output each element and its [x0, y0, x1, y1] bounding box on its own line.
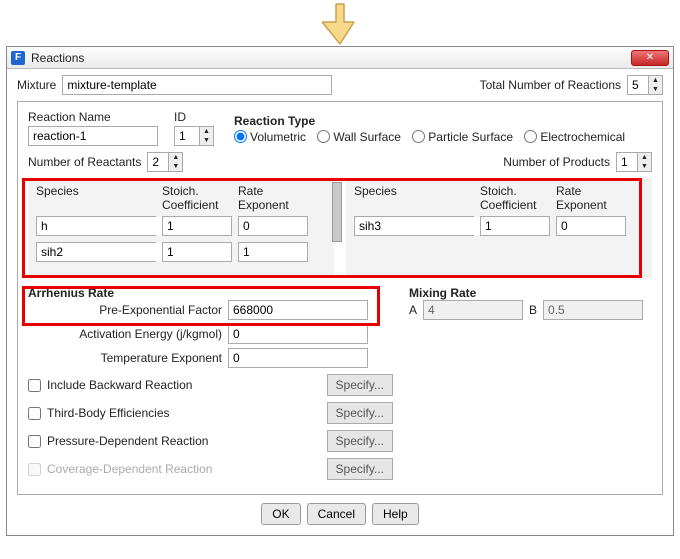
specify-backward[interactable]: Specify...	[327, 374, 393, 396]
reaction-type-label: Reaction Type	[234, 114, 633, 128]
total-reactions-spinner[interactable]: ▲▼	[627, 75, 663, 95]
radio-wall-surface[interactable]: Wall Surface	[317, 130, 401, 144]
spin-down-icon[interactable]: ▼	[199, 136, 213, 145]
radio-volumetric[interactable]: Volumetric	[234, 130, 306, 144]
act-energy-label: Activation Energy (j/kgmol)	[28, 327, 228, 341]
mixing-B-input	[543, 300, 643, 320]
specify-coverage: Specify...	[327, 458, 393, 480]
col-stoich: Stoich. Coefficient	[480, 184, 550, 212]
reactants-panel: Species Stoich. Coefficient Rate Exponen…	[28, 178, 334, 278]
pre-exp-label: Pre-Exponential Factor	[28, 303, 228, 317]
col-rate-exp: Rate Exponent	[556, 184, 626, 212]
col-species: Species	[354, 184, 474, 212]
num-reactants-label: Number of Reactants	[28, 155, 141, 169]
spin-down-icon[interactable]: ▼	[648, 85, 662, 94]
spin-down-icon[interactable]: ▼	[637, 162, 651, 171]
product-coef[interactable]	[480, 216, 550, 236]
reaction-id-spinner[interactable]: ▲▼	[174, 126, 214, 146]
col-species: Species	[36, 184, 156, 212]
close-button[interactable]: ✕	[631, 50, 669, 66]
products-panel: Species Stoich. Coefficient Rate Exponen…	[346, 178, 652, 278]
col-stoich: Stoich. Coefficient	[162, 184, 232, 212]
close-icon: ✕	[646, 52, 654, 63]
checkbox-backward[interactable]	[28, 379, 41, 392]
num-reactants-value[interactable]	[148, 153, 168, 171]
num-products-value[interactable]	[617, 153, 637, 171]
reaction-name-label: Reaction Name	[28, 110, 158, 124]
reactant-species[interactable]: ▼	[36, 216, 156, 236]
mixing-A-label: A	[409, 303, 417, 317]
product-row: ▼	[354, 216, 644, 236]
cancel-button[interactable]: Cancel	[307, 503, 366, 525]
mixing-B-label: B	[529, 303, 537, 317]
checkbox-thirdbody[interactable]	[28, 407, 41, 420]
specify-pressure[interactable]: Specify...	[327, 430, 393, 452]
product-species[interactable]: ▼	[354, 216, 474, 236]
radio-particle-surface[interactable]: Particle Surface	[412, 130, 513, 144]
reaction-id-label: ID	[174, 110, 214, 124]
reactant-row: ▼	[36, 242, 326, 262]
num-products-label: Number of Products	[503, 155, 610, 169]
reaction-id-value[interactable]	[175, 127, 199, 145]
mixing-title: Mixing Rate	[409, 286, 652, 300]
mixture-input[interactable]	[62, 75, 332, 95]
col-rate-exp: Rate Exponent	[238, 184, 308, 212]
spin-up-icon[interactable]: ▲	[637, 153, 651, 162]
spin-up-icon[interactable]: ▲	[199, 127, 213, 136]
reactant-row: ▼	[36, 216, 326, 236]
app-icon: F	[11, 51, 25, 65]
num-reactants-spinner[interactable]: ▲▼	[147, 152, 183, 172]
reaction-name-input[interactable]	[28, 126, 158, 146]
pointer-arrow	[0, 0, 680, 46]
mixing-A-input	[423, 300, 523, 320]
titlebar: F Reactions ✕	[7, 47, 673, 69]
temp-exp-input[interactable]	[228, 348, 368, 368]
reactant-coef[interactable]	[162, 242, 232, 262]
window-title: Reactions	[31, 51, 631, 65]
mixture-label: Mixture	[17, 78, 56, 92]
act-energy-input[interactable]	[228, 324, 368, 344]
specify-thirdbody[interactable]: Specify...	[327, 402, 393, 424]
product-exp[interactable]	[556, 216, 626, 236]
spin-up-icon[interactable]: ▲	[168, 153, 182, 162]
total-reactions-label: Total Number of Reactions	[480, 78, 621, 92]
temp-exp-label: Temperature Exponent	[28, 351, 228, 365]
reactant-exp[interactable]	[238, 216, 308, 236]
checkbox-pressure[interactable]	[28, 435, 41, 448]
total-reactions-value[interactable]	[628, 76, 648, 94]
arrhenius-title: Arrhenius Rate	[28, 286, 393, 300]
reactant-coef[interactable]	[162, 216, 232, 236]
ok-button[interactable]: OK	[261, 503, 300, 525]
reactant-exp[interactable]	[238, 242, 308, 262]
reactant-species[interactable]: ▼	[36, 242, 156, 262]
pre-exp-input[interactable]	[228, 300, 368, 320]
radio-electrochemical[interactable]: Electrochemical	[524, 130, 625, 144]
num-products-spinner[interactable]: ▲▼	[616, 152, 652, 172]
checkbox-coverage	[28, 463, 41, 476]
spin-up-icon[interactable]: ▲	[648, 76, 662, 85]
spin-down-icon[interactable]: ▼	[168, 162, 182, 171]
scrollbar[interactable]	[332, 182, 342, 242]
help-button[interactable]: Help	[372, 503, 419, 525]
